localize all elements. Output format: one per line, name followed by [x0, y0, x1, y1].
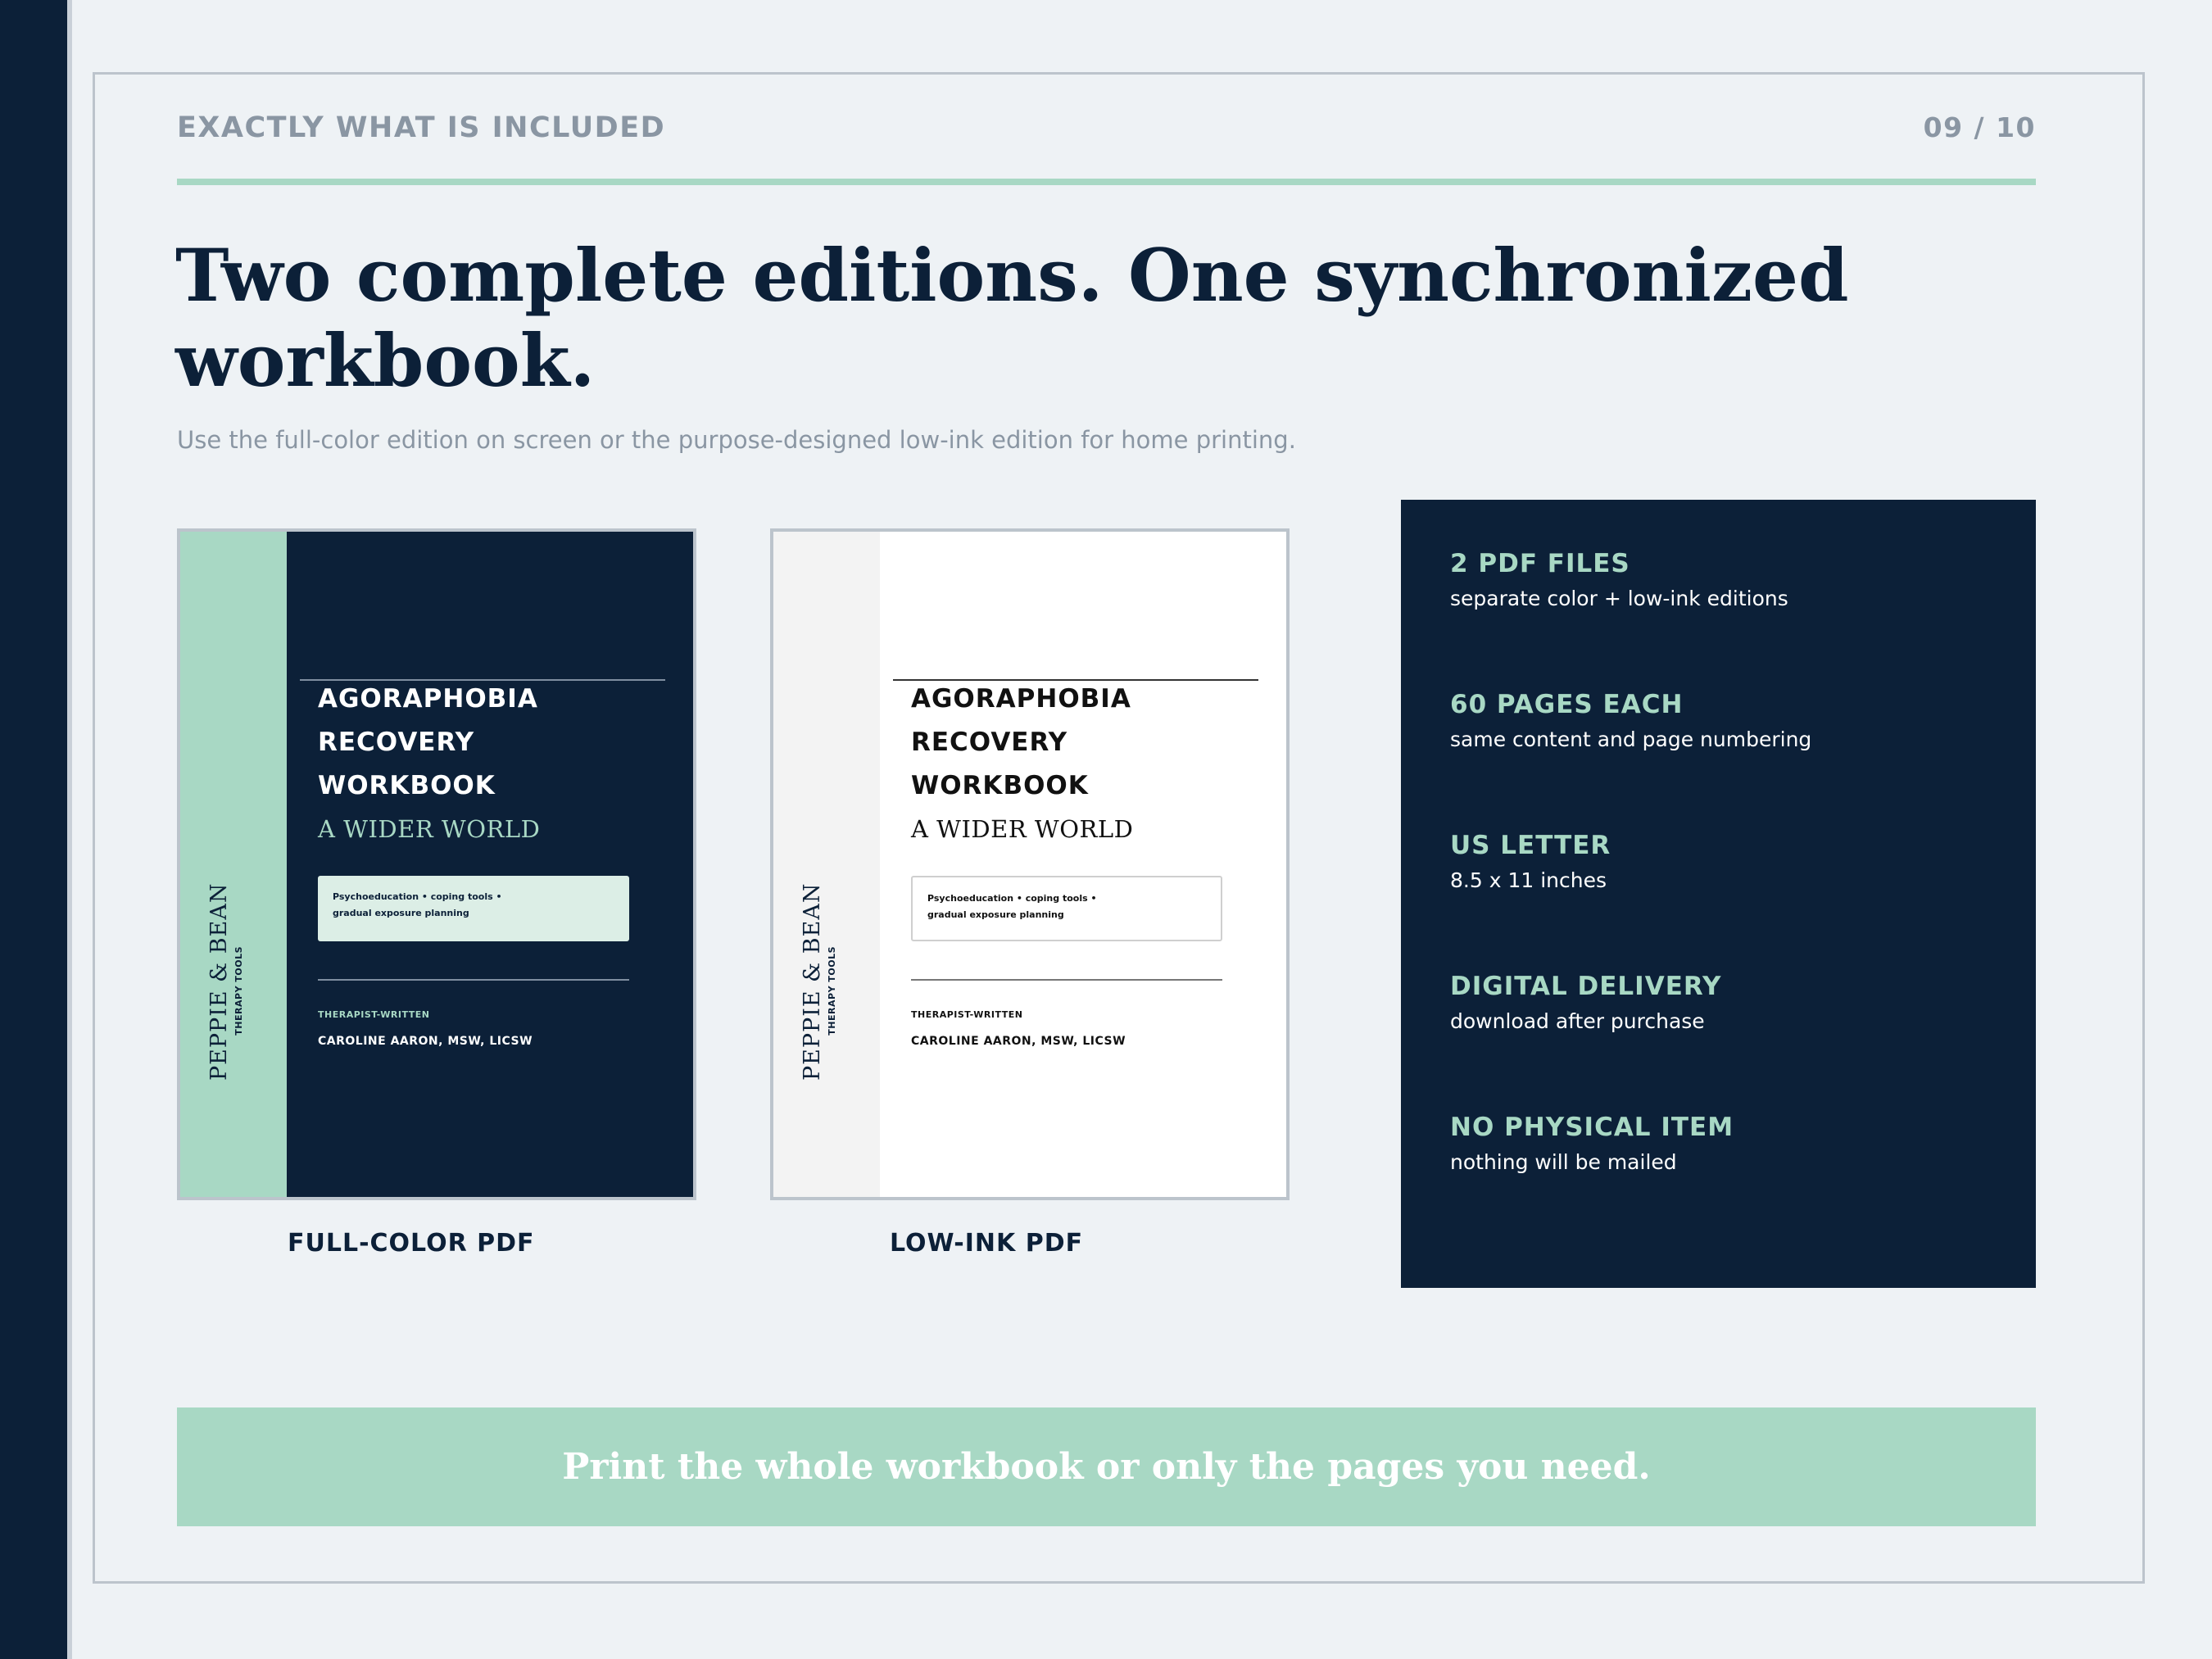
spec-item: NO PHYSICAL ITEM nothing will be mailed [1450, 1113, 1734, 1174]
cover-divider-bottom [318, 979, 629, 981]
cover-tag: THERAPIST-WRITTEN [318, 1009, 430, 1020]
left-accent-edge [67, 0, 72, 1659]
cover-topics-line: gradual exposure planning [927, 909, 1064, 920]
cover-title-line: RECOVERY [318, 728, 475, 757]
spec-description: separate color + low-ink editions [1450, 587, 1788, 610]
cover-title-line: WORKBOOK [318, 771, 496, 800]
cover-title-line: AGORAPHOBIA [911, 684, 1131, 714]
cover-topics-box: Psychoeducation • coping tools • gradual… [911, 876, 1222, 941]
spec-description: download after purchase [1450, 1009, 1705, 1033]
cover-low-ink: PEPPIE & BEAN THERAPY TOOLS AGORAPHOBIA … [770, 528, 1290, 1200]
cover-topics-line: Psychoeducation • coping tools • [927, 893, 1097, 904]
spine-brand: PEPPIE & BEAN [206, 882, 232, 1081]
spine-brand-sub: THERAPY TOOLS [233, 946, 244, 1036]
spec-description: same content and page numbering [1450, 728, 1812, 751]
caption-low-ink: LOW-INK PDF [890, 1229, 1084, 1258]
spec-description: nothing will be mailed [1450, 1150, 1677, 1174]
cover-title-line: AGORAPHOBIA [318, 684, 538, 714]
cover-subtitle: A WIDER WORLD [318, 815, 541, 843]
page-indicator: 09 / 10 [1923, 111, 2036, 143]
cover-spine: PEPPIE & BEAN THERAPY TOOLS [180, 532, 287, 1197]
page-subtitle: Use the full-color edition on screen or … [177, 426, 1296, 454]
spine-brand: PEPPIE & BEAN [800, 882, 825, 1081]
cover-topics-line: Psychoeducation • coping tools • [333, 891, 502, 902]
spec-item: 60 PAGES EACH same content and page numb… [1450, 690, 1811, 751]
callout-banner-text: Print the whole workbook or only the pag… [562, 1446, 1651, 1488]
spec-item: US LETTER 8.5 x 11 inches [1450, 831, 1611, 892]
cover-divider-bottom [911, 979, 1222, 981]
cover-author: CAROLINE AARON, MSW, LICSW [911, 1035, 1126, 1048]
callout-banner: Print the whole workbook or only the pag… [177, 1407, 2036, 1526]
spec-item: DIGITAL DELIVERY download after purchase [1450, 972, 1722, 1033]
spec-title: US LETTER [1450, 831, 1611, 860]
page-title: Two complete editions. One synchronized … [175, 233, 1849, 403]
spec-title: NO PHYSICAL ITEM [1450, 1113, 1734, 1142]
cover-title: AGORAPHOBIA RECOVERY WORKBOOK [911, 678, 1255, 808]
spine-brand-sub: THERAPY TOOLS [827, 946, 837, 1036]
caption-full-color: FULL-COLOR PDF [288, 1229, 535, 1258]
cover-topics-box: Psychoeducation • coping tools • gradual… [318, 876, 629, 941]
cover-topics-line: gradual exposure planning [333, 908, 469, 918]
spec-title: 60 PAGES EACH [1450, 690, 1684, 719]
cover-author: CAROLINE AARON, MSW, LICSW [318, 1035, 533, 1048]
spec-title: 2 PDF FILES [1450, 549, 1630, 578]
spec-item: 2 PDF FILES separate color + low-ink edi… [1450, 549, 1788, 610]
cover-tag: THERAPIST-WRITTEN [911, 1009, 1023, 1020]
cover-title-line: WORKBOOK [911, 771, 1089, 800]
header-rule [177, 179, 2036, 185]
cover-subtitle: A WIDER WORLD [911, 815, 1134, 843]
cover-full-color: PEPPIE & BEAN THERAPY TOOLS AGORAPHOBIA … [177, 528, 696, 1200]
cover-title: AGORAPHOBIA RECOVERY WORKBOOK [318, 678, 662, 808]
spec-title: DIGITAL DELIVERY [1450, 972, 1722, 1001]
section-kicker: EXACTLY WHAT IS INCLUDED [177, 111, 666, 144]
cover-spine: PEPPIE & BEAN THERAPY TOOLS [773, 532, 880, 1197]
specs-panel: 2 PDF FILES separate color + low-ink edi… [1401, 500, 2036, 1288]
left-accent-bar [0, 0, 67, 1659]
cover-title-line: RECOVERY [911, 728, 1068, 757]
spec-description: 8.5 x 11 inches [1450, 868, 1607, 892]
